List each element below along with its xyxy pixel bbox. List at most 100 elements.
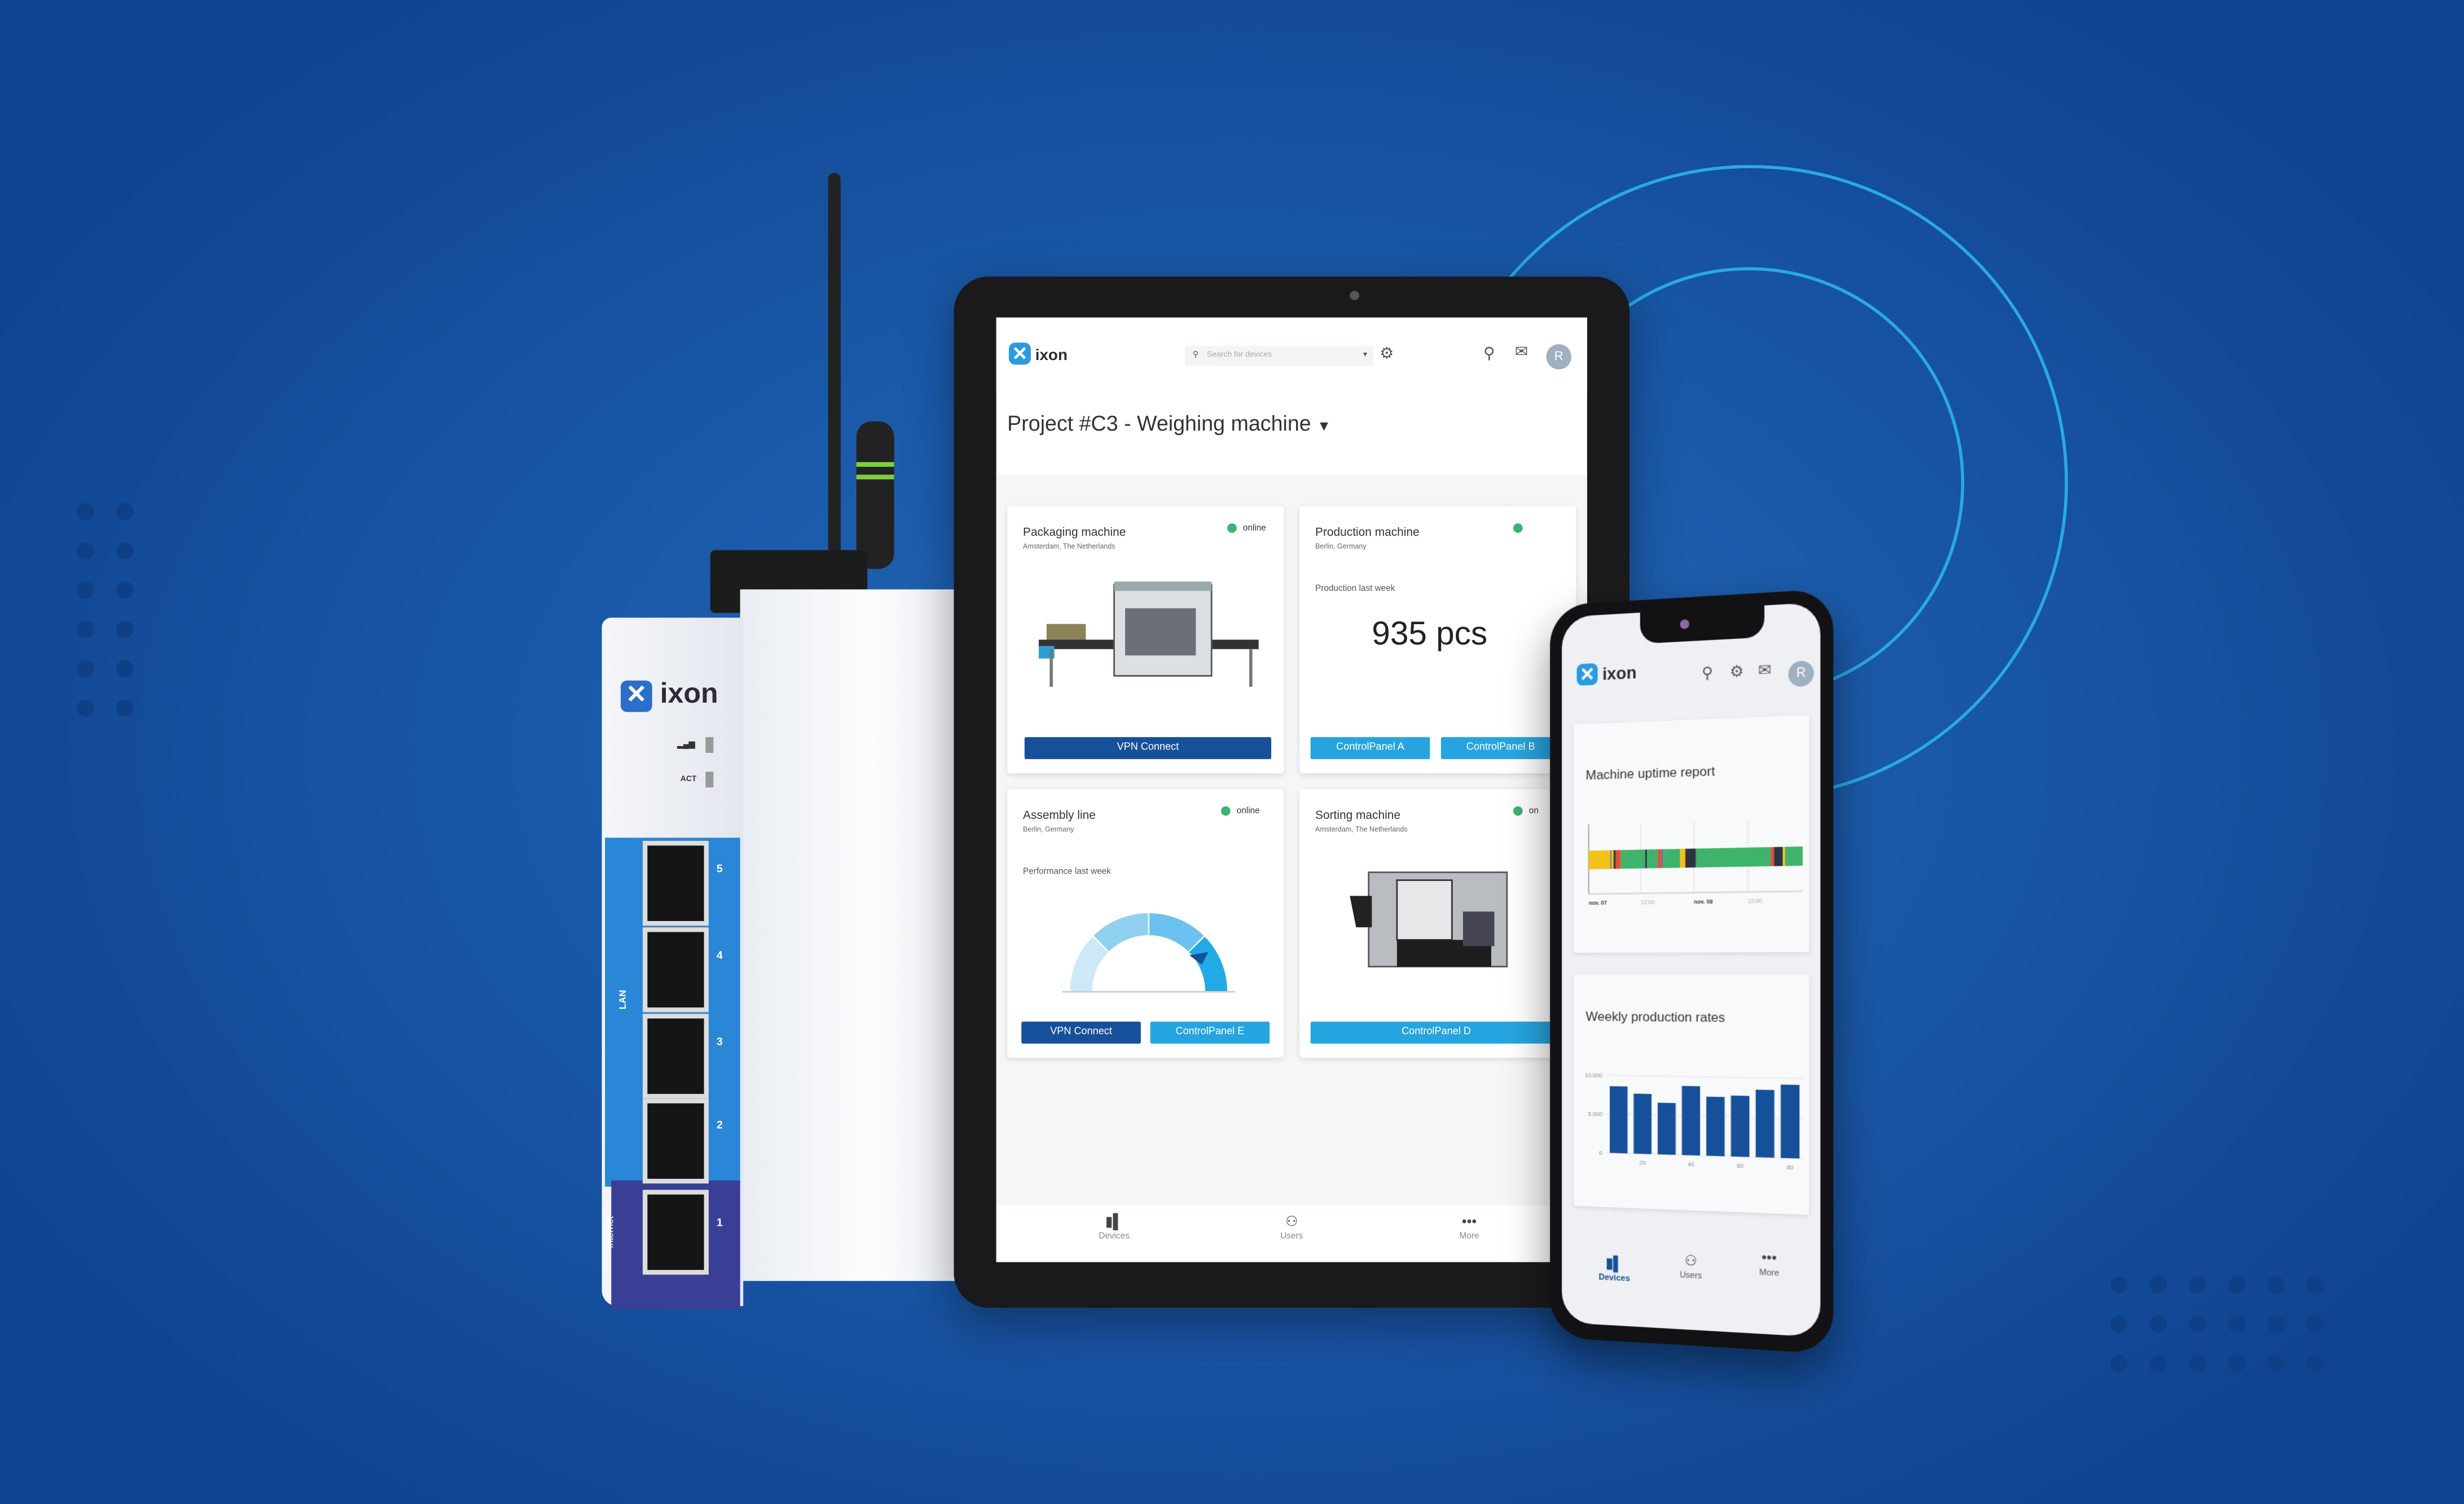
device-name: Production machine xyxy=(1315,525,1420,540)
device-name: Sorting machine xyxy=(1315,808,1401,822)
controlpanel-e-button[interactable]: ControlPanel E xyxy=(1150,1021,1270,1044)
decorative-dot xyxy=(2149,1276,2167,1294)
uptime-segment xyxy=(1663,849,1680,869)
uptime-timeline-chart: nov. 07 12:00 nov. 08 12:00 xyxy=(1583,811,1809,906)
uptime-segment xyxy=(1610,850,1612,869)
weekly-production-bar-chart: 0 5.000 10.000 20 40 60 80 xyxy=(1585,1073,1809,1171)
device-search-input[interactable]: ⚲ Search for devices ▾ xyxy=(1184,345,1374,366)
vpn-connect-button[interactable]: VPN Connect xyxy=(1024,737,1272,760)
device-card-assembly[interactable]: Assembly line Berlin, Germany online Per… xyxy=(1007,789,1284,1058)
search-icon[interactable]: ⚲ xyxy=(1483,346,1495,363)
online-indicator xyxy=(1227,523,1237,533)
ethernet-port-3[interactable] xyxy=(643,1014,709,1099)
chevron-down-icon: ▼ xyxy=(1317,418,1332,434)
production-rates-card: Weekly production rates 0 5.000 10.000 20 40… xyxy=(1574,974,1809,1215)
internet-label: Internet xyxy=(607,1216,617,1248)
bar xyxy=(1610,1086,1628,1154)
status-label: on xyxy=(1529,806,1539,817)
bar xyxy=(1633,1093,1652,1155)
device-card-packaging[interactable]: Packaging machine Amsterdam, The Netherl… xyxy=(1007,506,1284,774)
page-title: Project #C3 - Weighing machine xyxy=(1007,411,1311,436)
decorative-dot xyxy=(116,581,134,599)
ethernet-port-5[interactable] xyxy=(643,840,709,926)
signal-led xyxy=(705,737,714,753)
nav-more[interactable]: ••• More xyxy=(1422,1213,1516,1242)
user-avatar[interactable]: R xyxy=(1788,660,1814,687)
settings-gear-icon[interactable]: ⚙ xyxy=(1380,346,1394,363)
decorative-dot xyxy=(2267,1354,2285,1373)
decorative-dot xyxy=(2267,1276,2285,1294)
uptime-segment xyxy=(1774,847,1783,866)
x-axis xyxy=(1589,891,1803,894)
mail-icon[interactable]: ✉ xyxy=(1758,663,1772,681)
gauge-segment xyxy=(1189,936,1228,992)
users-icon: ⚇ xyxy=(1285,1213,1298,1229)
uptime-segment xyxy=(1782,847,1785,866)
nav-users[interactable]: ⚇ Users xyxy=(1652,1251,1729,1283)
decorative-dot xyxy=(2149,1354,2167,1373)
nav-devices[interactable]: ▮▌ Devices xyxy=(1577,1254,1653,1286)
project-selector[interactable]: Project #C3 - Weighing machine ▼ xyxy=(1007,412,1331,436)
device-cards-area: Packaging machine Amsterdam, The Netherl… xyxy=(996,475,1587,1206)
nav-devices[interactable]: ▮▌ Devices xyxy=(1067,1213,1161,1242)
device-location: Amsterdam, The Netherlands xyxy=(1315,825,1408,834)
controlpanel-b-button[interactable]: ControlPanel B xyxy=(1440,737,1561,760)
y-tick-label: 5.000 xyxy=(1588,1111,1602,1118)
port-number: 4 xyxy=(716,950,723,962)
decorative-dot xyxy=(2110,1316,2128,1333)
ethernet-port-2[interactable] xyxy=(643,1098,709,1184)
ixon-router: ✕ ixon ▂▄▆ ACT LAN Internet 5 4 3 2 1 xyxy=(601,589,956,1309)
dropdown-caret-icon[interactable]: ▾ xyxy=(1363,346,1367,366)
phone-notch xyxy=(1640,605,1765,644)
online-indicator xyxy=(1513,523,1523,533)
uptime-segment xyxy=(1613,850,1616,869)
decorative-dot xyxy=(116,660,134,678)
uptime-segment xyxy=(1685,848,1696,868)
nav-users[interactable]: ⚇ Users xyxy=(1245,1213,1339,1242)
user-avatar[interactable]: R xyxy=(1546,344,1571,370)
decorative-dot xyxy=(77,660,95,678)
gridline xyxy=(1607,1075,1803,1078)
more-icon: ••• xyxy=(1762,1249,1777,1266)
ixon-logo[interactable]: ✕ ixon xyxy=(1008,343,1068,365)
device-card-production[interactable]: Production machine Berlin, Germany Produ… xyxy=(1299,506,1576,774)
settings-gear-icon[interactable]: ⚙ xyxy=(1730,664,1744,682)
search-icon[interactable]: ⚲ xyxy=(1702,665,1713,683)
port-number: 3 xyxy=(716,1037,723,1049)
decorative-dot xyxy=(2228,1276,2246,1294)
mail-icon[interactable]: ✉ xyxy=(1515,344,1528,362)
device-card-sorting[interactable]: Sorting machine Amsterdam, The Netherlan… xyxy=(1299,789,1576,1058)
phone-device: ✕ ixon ⚲ ⚙ ✉ R Machine uptime report nov… xyxy=(1550,588,1834,1354)
decorative-dot xyxy=(2228,1354,2246,1373)
controlpanel-d-button[interactable]: ControlPanel D xyxy=(1310,1021,1562,1044)
vpn-connect-button[interactable]: VPN Connect xyxy=(1021,1021,1141,1044)
packaging-machine-image xyxy=(1038,581,1259,687)
uptime-segment xyxy=(1611,850,1614,869)
online-indicator xyxy=(1220,806,1231,816)
online-indicator xyxy=(1513,806,1523,816)
ethernet-port-1[interactable] xyxy=(643,1190,709,1275)
uptime-segment xyxy=(1620,849,1645,869)
act-led-label: ACT xyxy=(680,775,697,784)
uptime-segment xyxy=(1785,846,1803,866)
metric-label: Performance last week xyxy=(1023,867,1111,878)
uptime-segment xyxy=(1647,849,1658,869)
decorative-dot xyxy=(116,542,134,560)
bar xyxy=(1780,1084,1800,1159)
uptime-segment xyxy=(1588,850,1611,870)
decorative-dot xyxy=(2110,1276,2128,1294)
uptime-segment xyxy=(1771,847,1775,866)
device-location: Amsterdam, The Netherlands xyxy=(1023,542,1115,550)
controlpanel-a-button[interactable]: ControlPanel A xyxy=(1310,737,1430,760)
performance-gauge xyxy=(1062,913,1236,993)
ixon-logo[interactable]: ✕ ixon xyxy=(1576,661,1637,686)
nav-more[interactable]: ••• More xyxy=(1730,1248,1809,1281)
decorative-dot xyxy=(77,542,95,560)
status-label: online xyxy=(1236,806,1260,817)
ethernet-port-4[interactable] xyxy=(643,927,709,1012)
gauge-segment xyxy=(1149,913,1204,951)
decorative-dot xyxy=(2149,1316,2167,1333)
decorative-dot xyxy=(2189,1276,2207,1294)
x-tick-label: 60 xyxy=(1737,1163,1743,1170)
decorative-dot xyxy=(77,621,95,638)
